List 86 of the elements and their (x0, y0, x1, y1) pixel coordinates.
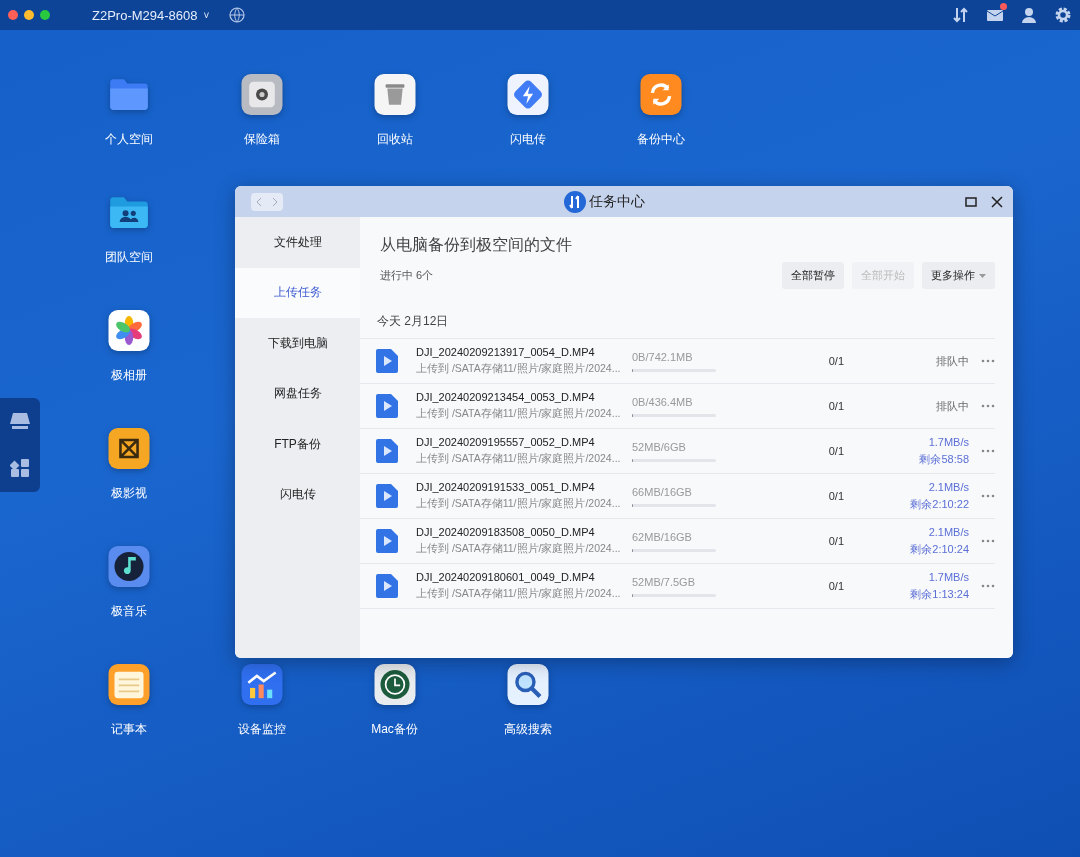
app-label[interactable]: 备份中心 (636, 131, 685, 148)
more-icon[interactable] (981, 494, 995, 498)
time-remaining: 剩余2:10:22 (910, 496, 969, 512)
transfer-size: 52MB/6GB (632, 440, 687, 453)
status-text: 排队中 (936, 398, 969, 414)
app-label[interactable]: 个人空间 (104, 131, 153, 148)
sidebar-tab[interactable]: 闪电传 (235, 469, 360, 520)
section-heading: 从电脑备份到极空间的文件 (380, 235, 573, 255)
upload-speed: 2.1MB/s (928, 525, 969, 538)
video-file-icon (376, 484, 398, 508)
app-label[interactable]: 极影视 (110, 485, 147, 502)
caret-icon (979, 273, 986, 278)
destination-path: 上传到 /SATA存储11/照片/家庭照片/2024... (416, 587, 622, 601)
file-name: DJI_20240209213917_0054_D.MP4 (416, 346, 596, 358)
status-text: 排队中 (936, 353, 969, 369)
upload-speed: 1.7MB/s (928, 570, 969, 583)
transfer-icon[interactable] (952, 6, 970, 24)
minimize-dot[interactable] (24, 10, 34, 20)
app-label[interactable]: 高级搜索 (503, 721, 552, 738)
more-icon[interactable] (981, 539, 995, 543)
transfer-size: 0B/742.1MB (632, 350, 694, 363)
globe-icon[interactable] (229, 7, 246, 23)
apps-grid-icon[interactable] (10, 458, 30, 478)
file-count: 0/1 (827, 580, 844, 592)
video-file-icon (376, 529, 398, 553)
destination-path: 上传到 /SATA存储11/照片/家庭照片/2024... (416, 407, 622, 421)
sidebar-tab[interactable]: 下载到电脑 (235, 318, 360, 369)
file-name: DJI_20240209191533_0051_D.MP4 (416, 481, 596, 493)
transfer-size: 52MB/7.5GB (632, 575, 696, 588)
destination-path: 上传到 /SATA存储11/照片/家庭照片/2024... (416, 497, 622, 511)
time-remaining: 剩余1:13:24 (910, 586, 969, 602)
app-label[interactable]: 记事本 (110, 721, 147, 738)
close-dot[interactable] (8, 10, 18, 20)
transfer-logo-icon (563, 190, 586, 213)
file-name: DJI_20240209213454_0053_D.MP4 (416, 391, 596, 403)
task-summary: 进行中 6个 (380, 268, 435, 283)
video-file-icon (376, 349, 398, 373)
app-label[interactable]: 保险箱 (243, 131, 280, 148)
date-header: 今天 2月12日 (377, 313, 450, 330)
app-label[interactable]: 团队空间 (104, 249, 153, 266)
device-name[interactable]: Z2Pro-M294-8608 (92, 7, 198, 23)
file-name: DJI_20240209183508_0050_D.MP4 (416, 526, 596, 538)
maximize-icon[interactable] (965, 195, 977, 208)
more-icon[interactable] (981, 404, 995, 408)
file-count: 0/1 (827, 490, 844, 502)
transfer-size: 0B/436.4MB (632, 395, 694, 408)
window-title: 任务中心 (588, 192, 645, 211)
file-count: 0/1 (827, 400, 844, 412)
transfer-size: 62MB/16GB (632, 530, 693, 543)
file-count: 0/1 (827, 355, 844, 367)
action-button[interactable]: 更多操作 (922, 262, 995, 289)
sidebar-tab[interactable]: 文件处理 (235, 217, 360, 268)
upload-speed: 1.7MB/s (928, 435, 969, 448)
file-count: 0/1 (827, 445, 844, 457)
app-label[interactable]: 设备监控 (237, 721, 286, 738)
app-label[interactable]: Mac备份 (371, 721, 418, 738)
file-name: DJI_20240209195557_0052_D.MP4 (416, 436, 596, 448)
upload-speed: 2.1MB/s (928, 480, 969, 493)
video-file-icon (376, 574, 398, 598)
file-count: 0/1 (827, 535, 844, 547)
close-icon[interactable] (991, 195, 1003, 208)
app-label[interactable]: 闪电传 (509, 131, 546, 148)
sidebar-tab[interactable]: FTP备份 (235, 419, 360, 470)
more-icon[interactable] (981, 359, 995, 363)
settings-icon[interactable] (1054, 6, 1072, 24)
video-file-icon (376, 394, 398, 418)
app-label[interactable]: 极相册 (110, 367, 147, 384)
caret-icon[interactable]: ˅ (203, 9, 210, 21)
sidebar-tab[interactable]: 网盘任务 (235, 368, 360, 419)
more-icon[interactable] (981, 449, 995, 453)
drive-icon[interactable] (9, 412, 31, 430)
app-label[interactable]: 极音乐 (110, 603, 147, 620)
sidebar-tab[interactable]: 上传任务 (235, 267, 360, 318)
zoom-dot[interactable] (40, 10, 50, 20)
time-remaining: 剩余58:58 (919, 451, 969, 467)
destination-path: 上传到 /SATA存储11/照片/家庭照片/2024... (416, 362, 622, 376)
action-button[interactable]: 全部暂停 (782, 262, 844, 289)
user-icon[interactable] (1020, 6, 1038, 24)
app-label[interactable]: 回收站 (376, 131, 413, 148)
more-icon[interactable] (981, 584, 995, 588)
time-remaining: 剩余2:10:24 (910, 541, 969, 557)
transfer-size: 66MB/16GB (632, 485, 693, 498)
file-name: DJI_20240209180601_0049_D.MP4 (416, 571, 596, 583)
video-file-icon (376, 439, 398, 463)
destination-path: 上传到 /SATA存储11/照片/家庭照片/2024... (416, 542, 622, 556)
destination-path: 上传到 /SATA存储11/照片/家庭照片/2024... (416, 452, 622, 466)
